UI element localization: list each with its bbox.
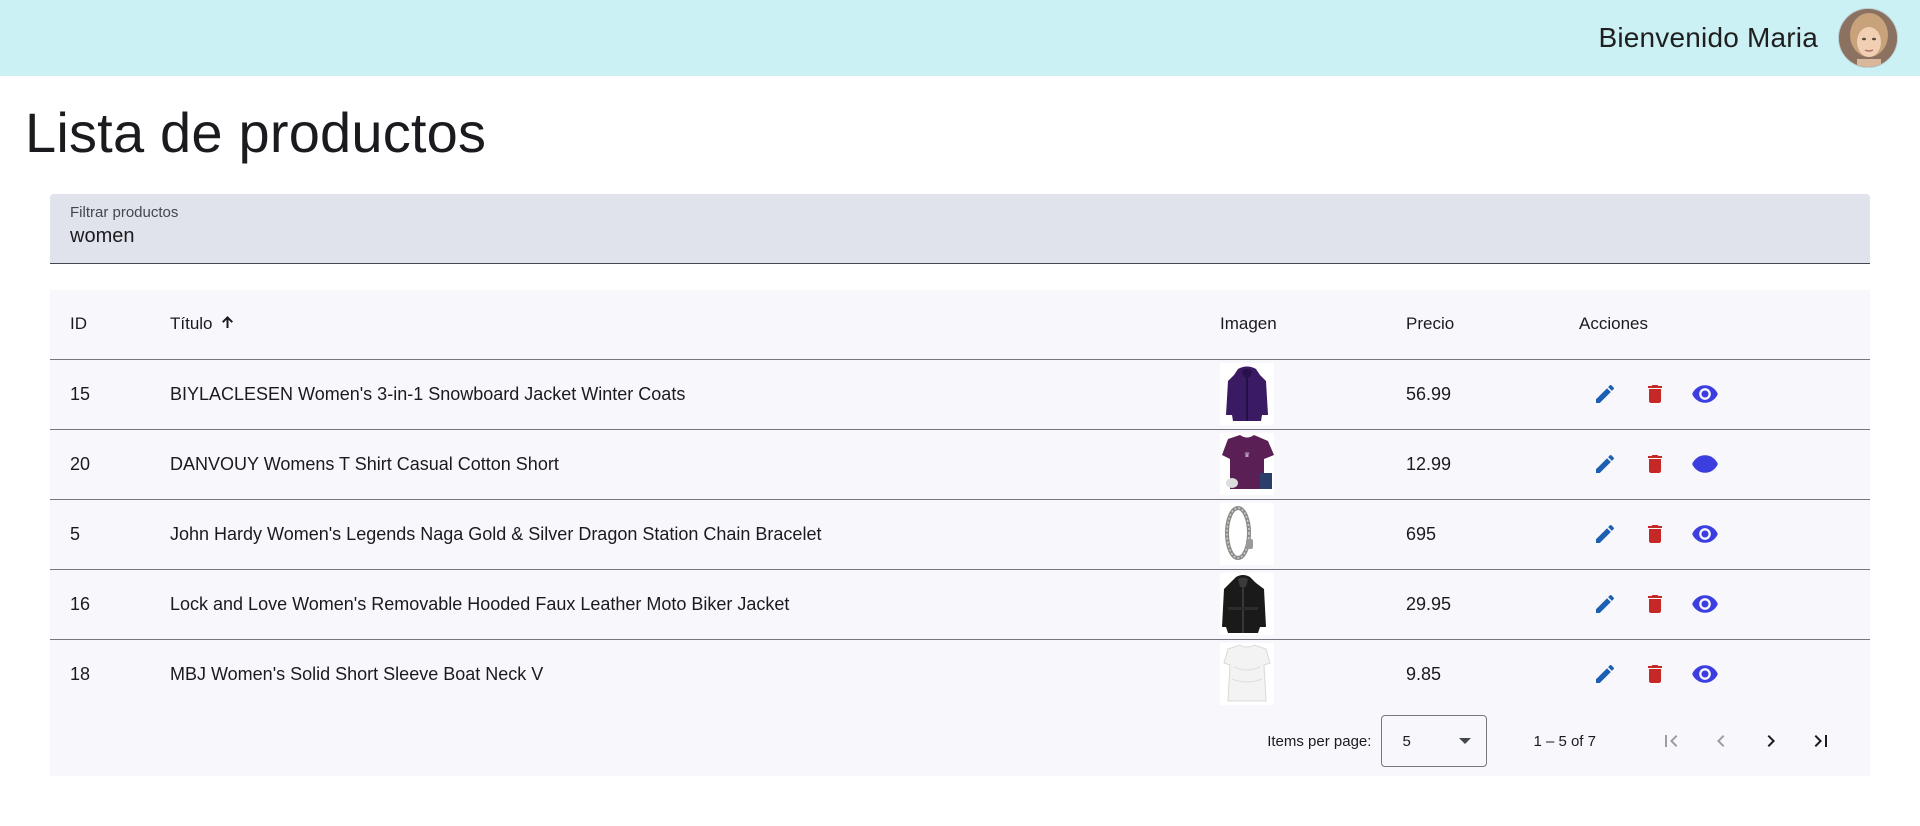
cell-price: 695 [1406, 499, 1579, 570]
pencil-icon [1596, 454, 1615, 473]
cell-id: 16 [50, 569, 170, 640]
cell-image [1220, 639, 1406, 709]
cell-image [1220, 499, 1406, 570]
cell-price: 29.95 [1406, 569, 1579, 640]
top-bar: Bienvenido Maria [0, 0, 1920, 76]
view-button[interactable] [1691, 520, 1719, 548]
table-row: 20 DANVOUY Womens T Shirt Casual Cotton … [50, 429, 1870, 500]
table-row: 5 John Hardy Women's Legends Naga Gold &… [50, 499, 1870, 570]
column-header-title[interactable]: Título [170, 290, 1220, 360]
dropdown-arrow-icon [1459, 738, 1472, 744]
column-header-price[interactable]: Precio [1406, 290, 1579, 360]
table-row: 18 MBJ Women's Solid Short Sleeve Boat N… [50, 639, 1870, 709]
trash-icon [1648, 385, 1662, 403]
cell-image [1220, 569, 1406, 640]
chevron-right-icon [1767, 735, 1775, 747]
delete-button[interactable] [1641, 380, 1669, 408]
pencil-icon [1596, 594, 1615, 613]
cell-price: 12.99 [1406, 429, 1579, 500]
edit-button[interactable] [1591, 380, 1619, 408]
view-button[interactable] [1691, 450, 1719, 478]
edit-button[interactable] [1591, 590, 1619, 618]
cell-image: ♛ [1220, 429, 1406, 500]
delete-button[interactable] [1641, 660, 1669, 688]
cell-id: 18 [70, 663, 91, 684]
items-per-page-label: Items per page: [1267, 732, 1372, 750]
last-page-icon [1814, 735, 1827, 747]
cell-actions [1579, 359, 1870, 430]
items-per-page-value: 5 [1402, 732, 1411, 750]
pencil-icon [1596, 384, 1615, 403]
table-row: 16 Lock and Love Women's Removable Hoode… [50, 569, 1870, 640]
trash-icon [1648, 665, 1662, 684]
edit-button[interactable] [1591, 450, 1619, 478]
edit-button[interactable] [1591, 520, 1619, 548]
view-button[interactable] [1691, 380, 1719, 408]
product-image-purple-jacket [1220, 363, 1274, 425]
cell-id: 5 [50, 499, 170, 570]
trash-icon [1648, 595, 1662, 613]
cell-actions [1579, 499, 1870, 570]
product-image-silver-bracelet [1220, 503, 1274, 565]
filter-label: Filtrar productos [70, 204, 179, 221]
cell-title: John Hardy Women's Legends Naga Gold & S… [170, 499, 1220, 570]
avatar-image [1839, 9, 1897, 67]
trash-icon [1648, 525, 1662, 543]
previous-page-button[interactable] [1696, 716, 1746, 766]
filter-field[interactable]: Filtrar productos [50, 194, 1870, 264]
table-row: 15 BIYLACLESEN Women's 3-in-1 Snowboard … [50, 359, 1870, 430]
product-image-purple-tshirt: ♛ [1220, 433, 1274, 495]
delete-button[interactable] [1641, 590, 1669, 618]
delete-button[interactable] [1641, 450, 1669, 478]
page-title: Lista de productos [25, 101, 487, 164]
cell-price: 56.99 [1406, 359, 1579, 430]
eye-icon [1692, 595, 1718, 613]
cell-title: Lock and Love Women's Removable Hooded F… [170, 569, 1220, 640]
cell-id: 20 [50, 429, 170, 500]
cell-image [1220, 359, 1406, 430]
avatar[interactable] [1838, 8, 1898, 68]
products-table: ID Título Imagen Precio Acciones 15 BIYL… [50, 290, 1870, 776]
paginator: Items per page: 5 1 – 5 of 7 [50, 706, 1870, 776]
filter-input[interactable] [70, 225, 1850, 248]
eye-icon [1692, 665, 1718, 683]
sort-ascending-icon[interactable] [221, 314, 234, 334]
edit-button[interactable] [1591, 660, 1619, 688]
eye-icon [1692, 525, 1718, 543]
view-button[interactable] [1691, 590, 1719, 618]
product-image-black-leather-jacket [1220, 573, 1274, 635]
cell-actions [1579, 429, 1870, 500]
pencil-icon [1596, 524, 1615, 543]
first-page-button[interactable] [1646, 716, 1696, 766]
cell-title: DANVOUY Womens T Shirt Casual Cotton Sho… [170, 429, 1220, 500]
cell-id: 15 [50, 359, 170, 430]
range-label: 1 – 5 of 7 [1533, 732, 1596, 750]
delete-button[interactable] [1641, 520, 1669, 548]
pencil-icon [1596, 665, 1615, 684]
cell-title: MBJ Women's Solid Short Sleeve Boat Neck… [170, 663, 544, 684]
items-per-page-select[interactable]: 5 [1381, 715, 1488, 767]
view-button[interactable] [1691, 660, 1719, 688]
column-header-id[interactable]: ID [50, 290, 170, 360]
cell-actions [1579, 569, 1870, 640]
chevron-left-icon [1717, 735, 1725, 747]
trash-icon [1648, 455, 1662, 473]
table-header-row: ID Título Imagen Precio Acciones [50, 290, 1870, 360]
product-image-white-top [1220, 643, 1274, 706]
svg-text:♛: ♛ [1244, 451, 1250, 459]
cell-actions [1579, 639, 1870, 709]
eye-icon [1692, 385, 1718, 403]
next-page-button[interactable] [1746, 716, 1796, 766]
column-header-image: Imagen [1220, 290, 1406, 360]
eye-icon [1692, 455, 1718, 473]
column-header-actions: Acciones [1579, 290, 1870, 360]
last-page-button[interactable] [1796, 716, 1846, 766]
cell-title: BIYLACLESEN Women's 3-in-1 Snowboard Jac… [170, 359, 1220, 430]
first-page-icon [1665, 735, 1678, 747]
cell-price: 9.85 [1406, 663, 1442, 684]
welcome-text: Bienvenido Maria [1598, 22, 1818, 53]
